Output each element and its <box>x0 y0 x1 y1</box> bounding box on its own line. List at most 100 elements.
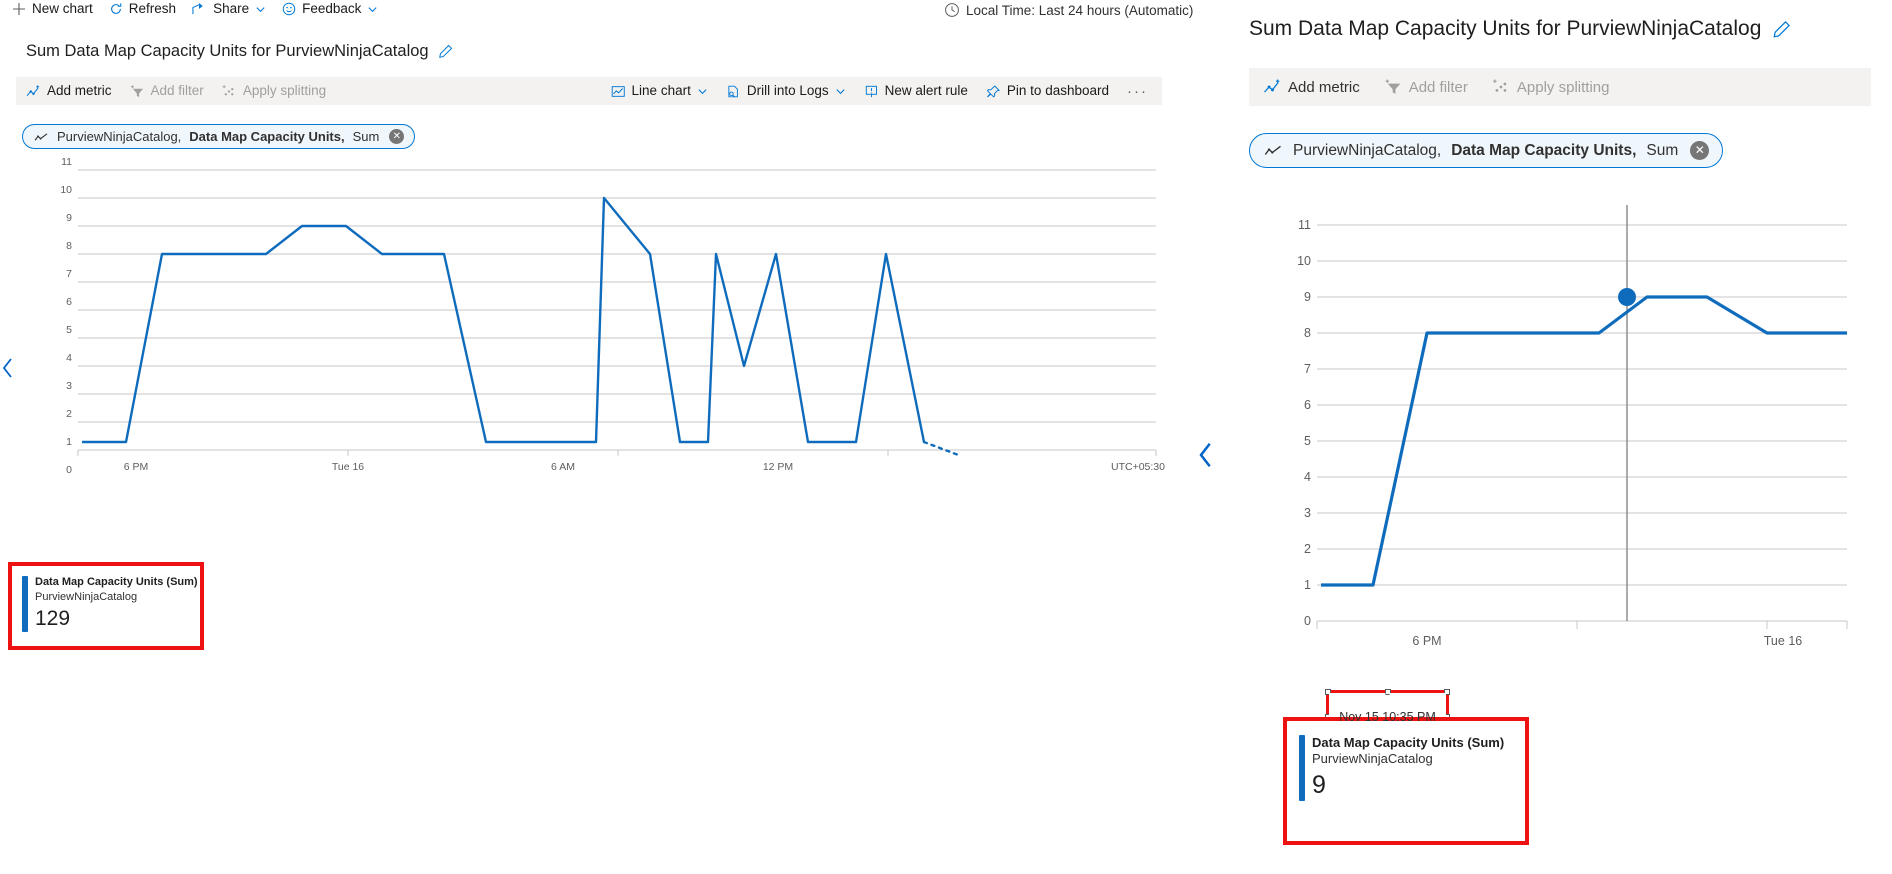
svg-text:7: 7 <box>66 268 72 280</box>
time-range-picker[interactable]: Local Time: Last 24 hours (Automatic) <box>944 2 1193 18</box>
add-metric-label: Add metric <box>1288 78 1360 96</box>
sparkline-icon <box>1264 144 1283 158</box>
svg-text:9: 9 <box>1304 290 1311 304</box>
legend-value: 9 <box>1312 771 1326 800</box>
svg-text:5: 5 <box>66 324 72 336</box>
sparkline-icon <box>34 131 49 142</box>
add-filter-icon <box>1384 79 1403 95</box>
left-legend-callout: Data Map Capacity Units (Sum) PurviewNin… <box>8 562 204 650</box>
add-metric-button[interactable]: Add metric <box>26 84 112 98</box>
left-chart-x-ticks <box>77 450 1157 456</box>
metric-pill-metric: Data Map Capacity Units, <box>1451 141 1637 159</box>
metric-pill[interactable]: PurviewNinjaCatalog, Data Map Capacity U… <box>22 124 416 149</box>
drill-into-logs-label: Drill into Logs <box>746 83 829 99</box>
apply-splitting-icon <box>222 84 237 98</box>
svg-text:Tue 16: Tue 16 <box>332 461 364 473</box>
chevron-down-icon <box>367 4 378 15</box>
line-chart-button[interactable]: Line chart <box>611 84 708 98</box>
svg-text:6 PM: 6 PM <box>1412 634 1441 648</box>
legend-metric-name: Data Map Capacity Units (Sum) <box>1312 735 1505 750</box>
chevron-down-icon <box>697 86 708 97</box>
svg-text:11: 11 <box>61 156 72 168</box>
svg-text:7: 7 <box>1304 362 1311 376</box>
legend-color-swatch <box>1299 735 1305 802</box>
legend-resource-name: PurviewNinjaCatalog <box>1312 751 1433 767</box>
metric-pill-aggregation: Sum <box>352 129 380 144</box>
edit-pencil-icon[interactable] <box>1772 20 1791 39</box>
svg-text:9: 9 <box>66 212 72 224</box>
left-command-bar: New chart Refresh Share Feedback <box>12 2 378 16</box>
metric-pill[interactable]: PurviewNinjaCatalog, Data Map Capacity U… <box>1249 133 1724 168</box>
metric-pill-resource: PurviewNinjaCatalog, <box>57 129 182 144</box>
right-chart-hover-point <box>1618 288 1636 306</box>
close-icon[interactable]: ✕ <box>389 129 405 144</box>
edit-pencil-icon[interactable] <box>438 44 453 59</box>
collapse-left-panel-button[interactable] <box>0 356 16 385</box>
apply-splitting-icon <box>1492 79 1511 95</box>
pin-icon <box>986 84 1001 98</box>
clock-icon <box>944 2 960 18</box>
right-chart-title: Sum Data Map Capacity Units for PurviewN… <box>1249 17 1791 41</box>
left-chart-y-ticklabels: 11 10 9 8 7 6 5 4 3 2 1 0 <box>60 156 72 476</box>
pin-to-dashboard-button[interactable]: Pin to dashboard <box>986 84 1109 98</box>
apply-splitting-label: Apply splitting <box>242 83 327 99</box>
left-metric-pill-container: PurviewNinjaCatalog, Data Map Capacity U… <box>22 124 416 149</box>
new-chart-button[interactable]: New chart <box>12 2 93 16</box>
drill-into-logs-button[interactable]: Drill into Logs <box>726 84 846 98</box>
metric-pill-aggregation: Sum <box>1646 141 1679 159</box>
svg-text:6: 6 <box>1304 398 1311 412</box>
apply-splitting-label: Apply splitting <box>1516 78 1610 96</box>
svg-text:1: 1 <box>1304 578 1311 592</box>
time-range-label: Local Time: Last 24 hours (Automatic) <box>966 2 1194 18</box>
feedback-button[interactable]: Feedback <box>282 2 378 16</box>
tooltip-timestamp: Nov 15 10:35 PM <box>1339 709 1436 724</box>
share-button[interactable]: Share <box>192 2 266 16</box>
selection-handle[interactable] <box>1325 689 1331 695</box>
pin-to-dashboard-label: Pin to dashboard <box>1006 83 1109 99</box>
add-filter-button[interactable]: Add filter <box>1384 79 1468 95</box>
legend-metric-name: Data Map Capacity Units (Sum) <box>35 576 198 588</box>
svg-text:11: 11 <box>1298 218 1311 232</box>
svg-text:2: 2 <box>66 408 72 420</box>
svg-text:2: 2 <box>1304 542 1311 556</box>
svg-text:10: 10 <box>60 184 72 196</box>
right-legend-callout: Data Map Capacity Units (Sum) PurviewNin… <box>1283 717 1529 845</box>
refresh-label: Refresh <box>128 1 177 17</box>
share-icon <box>192 2 207 16</box>
svg-text:6: 6 <box>66 296 72 308</box>
svg-text:4: 4 <box>1304 470 1311 484</box>
more-options-button[interactable]: ··· <box>1127 83 1148 100</box>
selection-handle[interactable] <box>1444 689 1450 695</box>
screenshot-root: New chart Refresh Share Feedback Local T… <box>0 0 1892 874</box>
add-metric-button[interactable]: Add metric <box>1263 79 1360 95</box>
feedback-label: Feedback <box>302 1 362 17</box>
add-filter-label: Add filter <box>1408 78 1468 96</box>
new-alert-rule-button[interactable]: New alert rule <box>864 84 968 98</box>
svg-text:Tue 16: Tue 16 <box>1764 634 1803 648</box>
svg-text:1: 1 <box>66 436 72 448</box>
selection-handle[interactable] <box>1384 689 1391 695</box>
right-chart-title-text: Sum Data Map Capacity Units for PurviewN… <box>1249 17 1762 40</box>
chevron-down-icon <box>835 86 846 97</box>
line-chart-label: Line chart <box>631 83 691 99</box>
right-chart-plot[interactable]: 11 10 9 8 7 6 5 4 3 2 1 0 6 PM Tue 16 <box>1267 205 1867 735</box>
collapse-right-panel-button[interactable] <box>1196 440 1216 475</box>
svg-text:6 PM: 6 PM <box>124 461 149 473</box>
line-chart-icon <box>611 85 626 98</box>
apply-splitting-button[interactable]: Apply splitting <box>1492 78 1610 96</box>
add-filter-button[interactable]: Add filter <box>130 84 204 98</box>
add-metric-label: Add metric <box>47 83 112 99</box>
right-chart-y-ticklabels: 11 10 9 8 7 6 5 4 3 2 1 0 <box>1297 218 1311 628</box>
right-chart-x-ticks <box>1316 621 1848 629</box>
svg-text:0: 0 <box>66 464 72 476</box>
metric-pill-resource: PurviewNinjaCatalog, <box>1293 141 1442 159</box>
left-chart-toolbar: Add metric Add filter Apply splitting Li… <box>16 77 1162 105</box>
metric-pill-metric: Data Map Capacity Units, <box>189 129 345 144</box>
svg-text:5: 5 <box>1304 434 1311 448</box>
svg-text:6 AM: 6 AM <box>551 461 575 473</box>
close-icon[interactable]: ✕ <box>1690 141 1710 160</box>
svg-text:10: 10 <box>1297 254 1311 268</box>
left-chart-plot[interactable]: 11 10 9 8 7 6 5 4 3 2 1 0 6 PM Tue 16 6 … <box>16 150 1176 570</box>
apply-splitting-button[interactable]: Apply splitting <box>222 84 326 98</box>
refresh-button[interactable]: Refresh <box>109 2 176 16</box>
